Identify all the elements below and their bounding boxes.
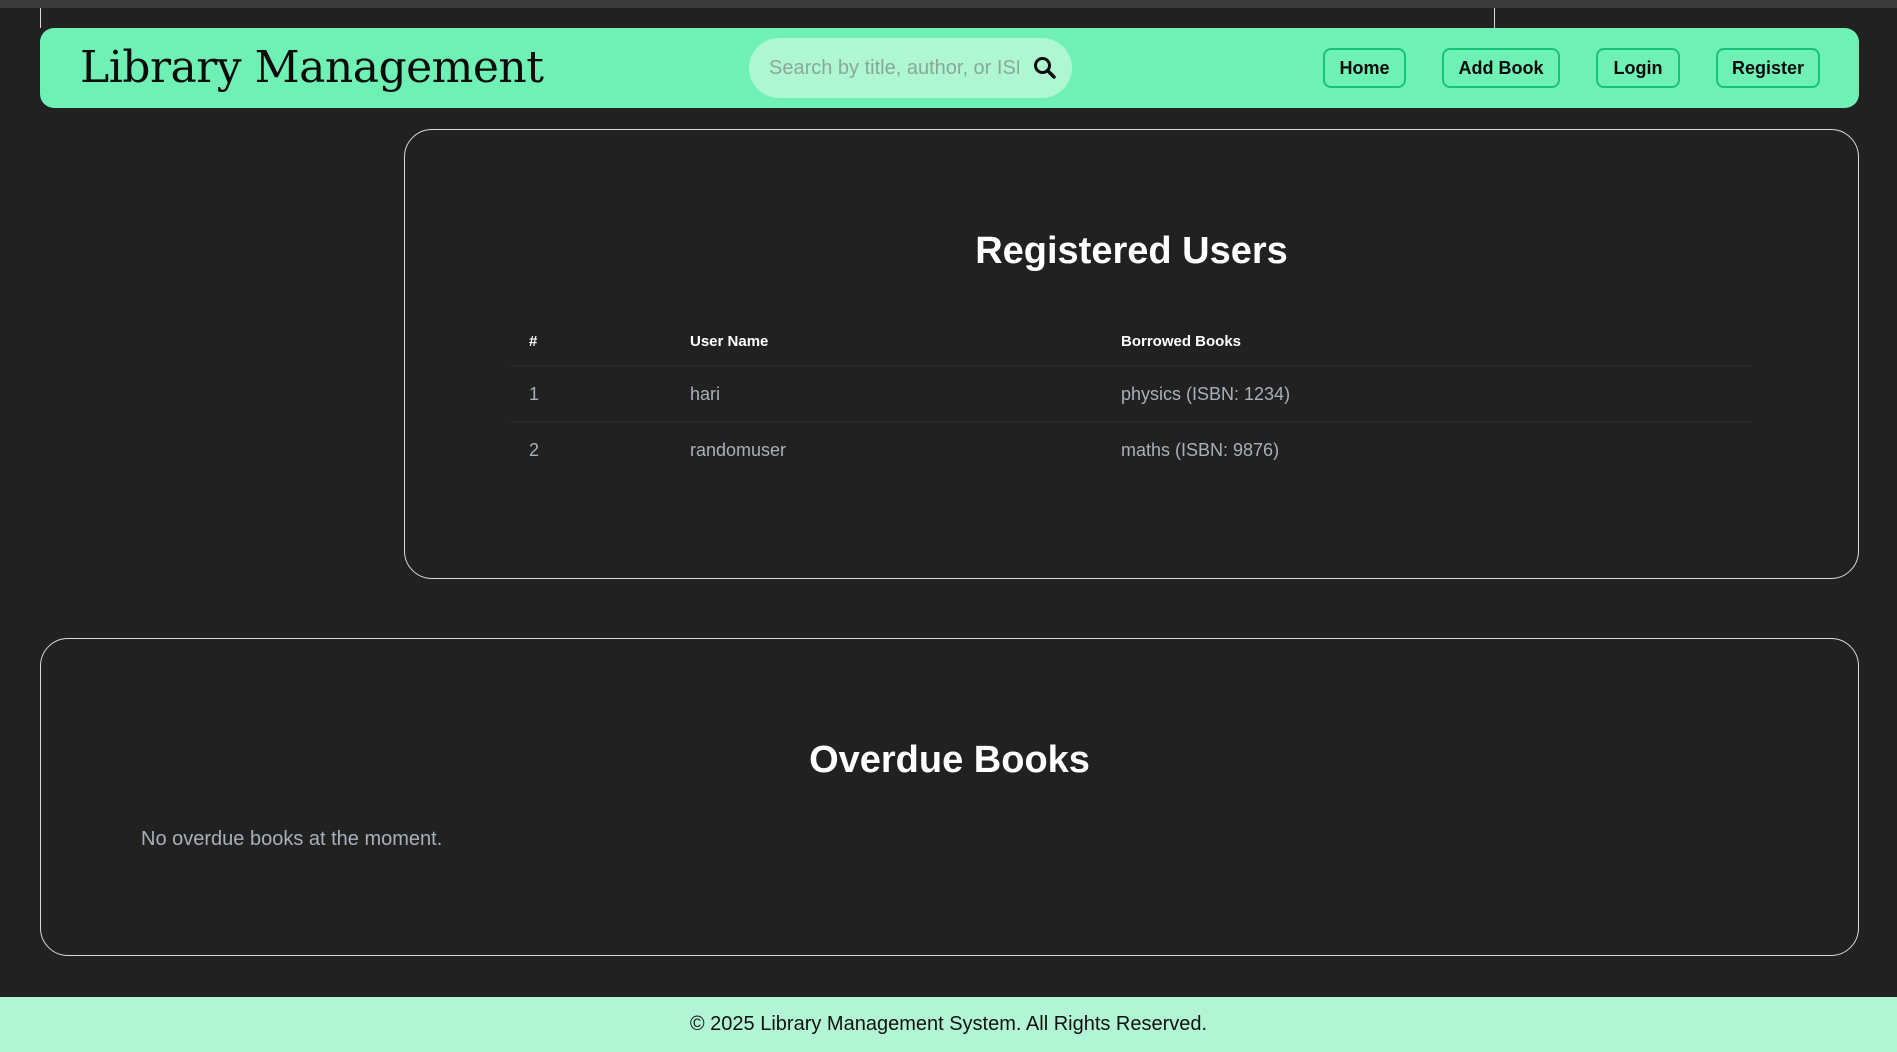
browser-top-strip [0,0,1897,8]
registered-users-card: Registered Users # User Name Borrowed Bo… [404,129,1859,579]
add-book-button[interactable]: Add Book [1442,48,1560,88]
search-bar [749,38,1072,98]
divider-line [1494,8,1495,28]
user-name: randomuser [690,440,787,460]
register-button[interactable]: Register [1716,48,1820,88]
table-row: 1 hari physics (ISBN: 1234) [509,366,1753,422]
footer-text: © 2025 Library Management System. All Ri… [689,1013,1208,1035]
navbar: Library Management Home Add Book Login R… [40,28,1859,108]
table-row: 2 randomuser maths (ISBN: 9876) [509,422,1753,478]
column-header-number: # [529,333,538,350]
registered-users-title: Registered Users [975,230,1288,272]
overdue-books-title: Overdue Books [809,739,1090,781]
divider-line [40,8,41,28]
footer: © 2025 Library Management System. All Ri… [0,997,1897,1052]
overdue-books-card: Overdue Books No overdue books at the mo… [40,638,1859,956]
search-input[interactable] [769,50,1019,86]
row-number: 2 [529,440,540,460]
table-header-row: # User Name Borrowed Books [509,320,1753,366]
borrowed-books: maths (ISBN: 9876) [1121,440,1280,460]
borrowed-books: physics (ISBN: 1234) [1121,384,1291,404]
user-name: hari [690,384,721,404]
brand-title[interactable]: Library Management [80,42,544,93]
overdue-empty-message: No overdue books at the moment. [141,828,443,850]
row-number: 1 [529,384,540,404]
search-icon[interactable] [1031,54,1059,82]
column-header-borrowed-books: Borrowed Books [1121,333,1242,350]
column-header-user-name: User Name [690,333,769,350]
home-button[interactable]: Home [1323,48,1406,88]
login-button[interactable]: Login [1596,48,1680,88]
